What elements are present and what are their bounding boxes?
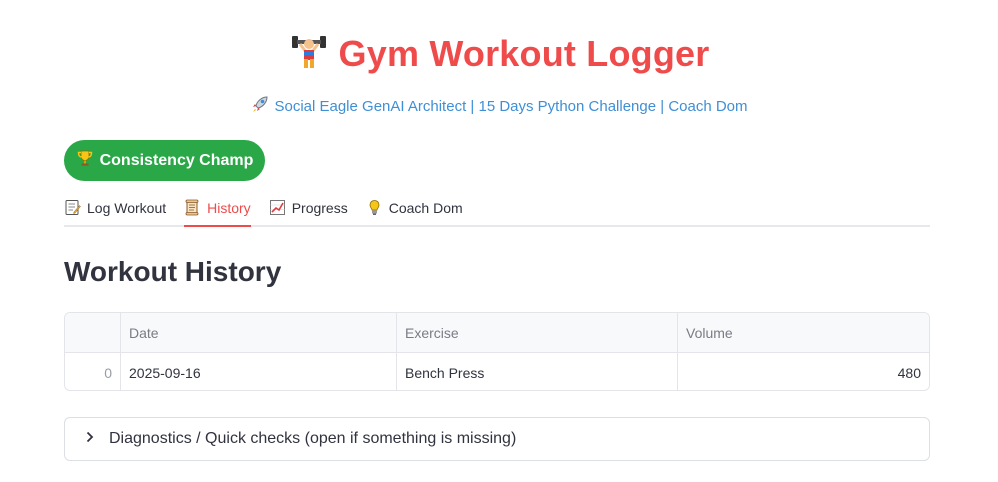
tab-label: History xyxy=(207,199,251,216)
cell-volume[interactable]: 480 xyxy=(678,353,929,390)
column-header-date[interactable]: Date xyxy=(121,313,397,352)
trophy-icon xyxy=(76,149,94,172)
column-header-index[interactable] xyxy=(65,313,121,352)
tab-coach-dom[interactable]: Coach Dom xyxy=(366,190,463,225)
column-header-volume[interactable]: Volume xyxy=(678,313,929,352)
memo-icon xyxy=(64,199,81,216)
chart-increasing-icon xyxy=(269,199,286,216)
subtitle-link[interactable]: Social Eagle GenAI Architect | 15 Days P… xyxy=(0,94,998,118)
subtitle-text: Social Eagle GenAI Architect | 15 Days P… xyxy=(274,98,748,115)
table-row[interactable]: 0 2025-09-16 Bench Press 480 xyxy=(65,353,929,390)
weightlifter-icon xyxy=(289,30,329,79)
app-page: Gym Workout Logger Social Eagle GenAI Ar… xyxy=(0,0,998,482)
diagnostics-expander[interactable]: Diagnostics / Quick checks (open if some… xyxy=(64,417,930,461)
rocket-icon xyxy=(250,94,270,118)
tab-label: Log Workout xyxy=(87,199,167,216)
tab-label: Progress xyxy=(291,199,348,216)
cell-date[interactable]: 2025-09-16 xyxy=(121,353,397,390)
page-title-text: Gym Workout Logger xyxy=(338,33,710,74)
cell-exercise[interactable]: Bench Press xyxy=(397,353,678,390)
history-table[interactable]: Date Exercise Volume 0 2025-09-16 Bench … xyxy=(64,312,930,391)
tab-bar: Log Workout History Progress Coach Dom xyxy=(64,190,930,227)
tab-history[interactable]: History xyxy=(184,190,251,227)
section-title: Workout History xyxy=(64,256,282,287)
consistency-badge: Consistency Champ xyxy=(64,140,265,181)
expander-label: Diagnostics / Quick checks (open if some… xyxy=(109,430,517,447)
tab-log-workout[interactable]: Log Workout xyxy=(64,190,166,225)
page-title: Gym Workout Logger xyxy=(0,30,998,79)
row-index: 0 xyxy=(65,353,121,390)
chevron-right-icon xyxy=(85,430,97,448)
tab-progress[interactable]: Progress xyxy=(269,190,348,225)
badge-label: Consistency Champ xyxy=(99,151,254,169)
table-header-row: Date Exercise Volume xyxy=(65,313,929,353)
lightbulb-icon xyxy=(366,199,383,216)
column-header-exercise[interactable]: Exercise xyxy=(397,313,678,352)
tab-label: Coach Dom xyxy=(388,199,463,216)
scroll-icon xyxy=(184,199,201,216)
